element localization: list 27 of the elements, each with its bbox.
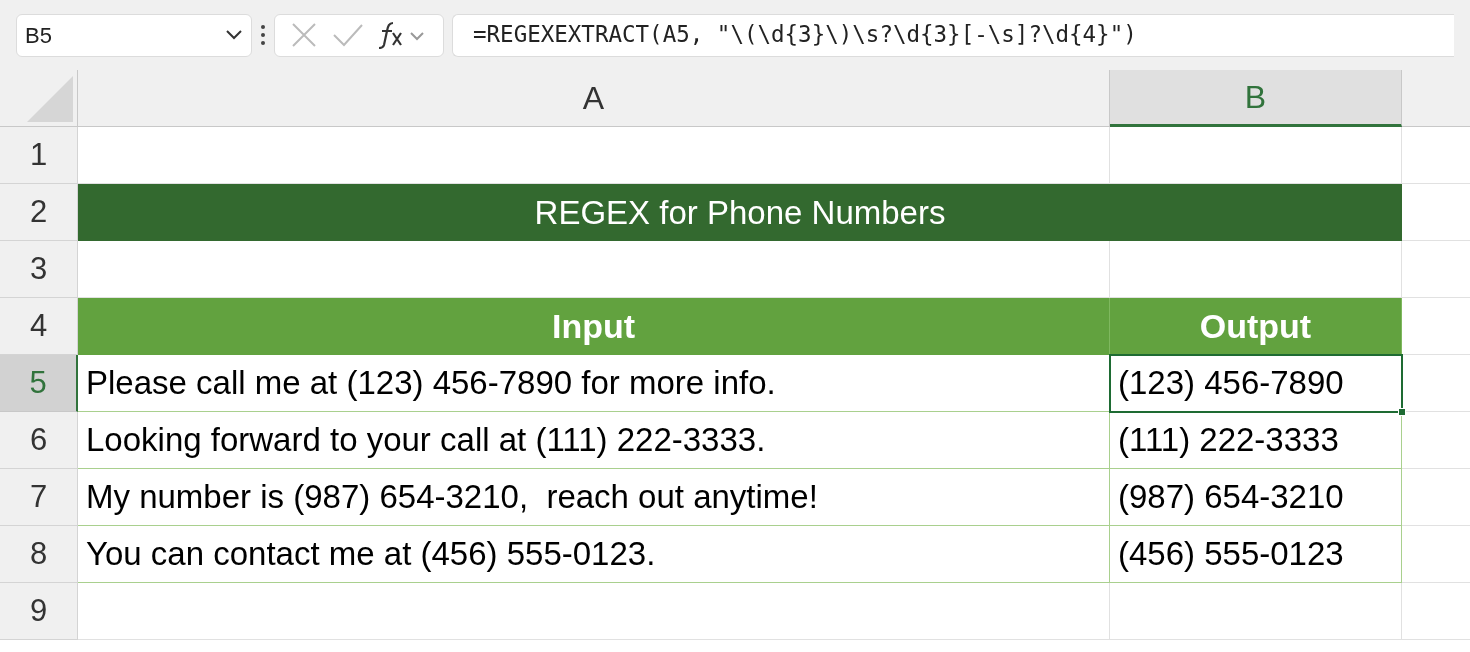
close-icon[interactable] bbox=[290, 22, 317, 48]
row-header[interactable]: 5 bbox=[0, 355, 78, 412]
formula-field[interactable]: =REGEXEXTRACT(A5, "\(\d{3}\)\s?\d{3}[-\s]?\d{4}") bbox=[452, 13, 1454, 57]
row-header[interactable]: 9 bbox=[0, 583, 78, 640]
header-cell: Output bbox=[1110, 298, 1402, 355]
row-header[interactable]: 4 bbox=[0, 298, 78, 355]
column-header[interactable]: A bbox=[78, 70, 1110, 127]
row-header[interactable]: 8 bbox=[0, 526, 78, 583]
title-cell: REGEX for Phone Numbers bbox=[78, 184, 1402, 241]
name-box[interactable]: B5 bbox=[16, 13, 252, 57]
row-header[interactable]: 1 bbox=[0, 127, 78, 184]
chevron-down-icon[interactable] bbox=[225, 29, 243, 41]
table-cell[interactable]: Please call me at (123) 456-7890 for more info. bbox=[78, 355, 1110, 412]
table-cell[interactable]: You can contact me at (456) 555-0123. bbox=[78, 526, 1110, 583]
row-header[interactable]: 6 bbox=[0, 412, 78, 469]
table-cell[interactable]: Looking forward to your call at (111) 222-3333. bbox=[78, 412, 1110, 469]
table-cell[interactable]: (123) 456-7890 bbox=[1110, 355, 1402, 412]
more-vertical-icon[interactable] bbox=[260, 24, 266, 46]
row-header[interactable]: 7 bbox=[0, 469, 78, 526]
header-cell: Input bbox=[78, 298, 1110, 355]
column-header[interactable]: B bbox=[1110, 70, 1402, 127]
table-cell[interactable]: My number is (987) 654-3210, reach out anytime! bbox=[78, 469, 1110, 526]
check-icon[interactable] bbox=[332, 23, 364, 47]
fill-handle[interactable] bbox=[1398, 408, 1406, 416]
row-header[interactable]: 2 bbox=[0, 184, 78, 241]
select-all-icon[interactable] bbox=[27, 76, 73, 122]
row-header[interactable]: 3 bbox=[0, 241, 78, 298]
